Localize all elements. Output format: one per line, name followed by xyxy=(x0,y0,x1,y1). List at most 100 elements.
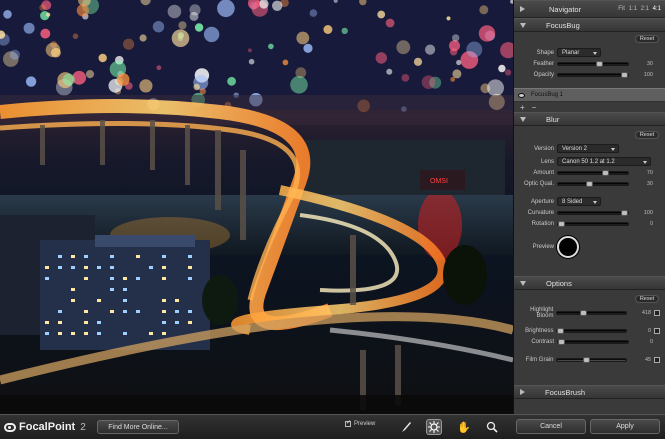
optic-quality-slider[interactable] xyxy=(557,180,629,187)
cancel-button[interactable]: Cancel xyxy=(516,419,586,434)
bokeh-light xyxy=(413,57,423,66)
find-more-online-button[interactable]: Find More Online... xyxy=(97,420,179,434)
slider-knob[interactable] xyxy=(602,169,610,176)
highlight-label-line2: Bloom xyxy=(536,313,554,319)
aperture-dropdown[interactable]: 8 Sided xyxy=(557,197,601,206)
bokeh-light xyxy=(247,48,252,53)
options-reset-button[interactable]: Reset xyxy=(635,295,659,303)
opacity-slider[interactable] xyxy=(557,71,629,78)
bokeh-light xyxy=(3,10,12,19)
bokeh-light xyxy=(248,58,255,65)
app-logo: FocalPoint 2 xyxy=(4,421,86,433)
zoom-1-1[interactable]: 1:1 xyxy=(629,6,637,12)
lens-dropdown[interactable]: Canon 50 1.2 at 1.2 xyxy=(557,157,651,166)
zoom-fit[interactable]: Fit xyxy=(618,6,625,12)
focusbug-header[interactable]: FocusBug xyxy=(514,18,665,32)
rotation-slider[interactable] xyxy=(557,220,629,227)
options-header[interactable]: Options xyxy=(514,276,665,290)
zoom-2-1[interactable]: 2:1 xyxy=(641,6,649,12)
contrast-slider[interactable] xyxy=(557,338,629,345)
zoom-4-1[interactable]: 4:1 xyxy=(653,6,661,12)
navigator-header[interactable]: Navigator Fit 1:1 2:1 4:1 xyxy=(514,0,665,18)
version-dropdown[interactable]: Version 2 xyxy=(557,144,619,153)
slider-knob[interactable] xyxy=(579,310,587,316)
photo-canvas[interactable]: OMSI xyxy=(0,0,513,414)
building-window xyxy=(71,266,75,269)
blur-title: Blur xyxy=(546,114,560,124)
highlight-bloom-slider[interactable] xyxy=(556,310,628,316)
focusbrush-header[interactable]: FocusBrush xyxy=(514,385,665,399)
building-window xyxy=(84,321,88,324)
building-window xyxy=(84,332,88,335)
film-grain-slider[interactable] xyxy=(556,356,628,363)
lens-label: Lens xyxy=(540,158,554,165)
shape-label: Shape xyxy=(536,49,554,56)
remove-layer-button[interactable]: − xyxy=(532,103,537,112)
chevron-down-icon xyxy=(643,161,647,164)
slider-knob[interactable] xyxy=(586,180,594,187)
building-window xyxy=(123,288,127,291)
highlight-bloom-checkbox[interactable] xyxy=(654,310,660,316)
bokeh-light xyxy=(377,10,386,19)
zoom-icon[interactable] xyxy=(484,419,500,435)
film-grain-checkbox[interactable] xyxy=(654,356,660,363)
apply-button[interactable]: Apply xyxy=(590,419,660,434)
brush-icon[interactable] xyxy=(398,419,414,435)
bokeh-light xyxy=(217,0,235,18)
slider-knob[interactable] xyxy=(595,60,603,67)
building-window xyxy=(162,310,166,313)
building-window xyxy=(162,299,166,302)
slider-knob[interactable] xyxy=(621,71,628,78)
bokeh-light xyxy=(396,40,411,55)
preview-checkbox[interactable] xyxy=(345,419,351,427)
brightness-slider[interactable] xyxy=(556,327,628,334)
slider-knob[interactable] xyxy=(558,220,565,227)
preview-label: Preview xyxy=(532,244,554,250)
focusbug-layer-item[interactable]: FocusBug 1 xyxy=(514,88,665,102)
building-window xyxy=(84,310,88,313)
preview-toggle[interactable]: Preview xyxy=(345,419,376,427)
chevron-down-icon xyxy=(611,148,615,151)
curvature-slider[interactable] xyxy=(557,209,629,216)
bokeh-light xyxy=(227,76,237,86)
slider-knob[interactable] xyxy=(621,209,628,216)
brightness-checkbox[interactable] xyxy=(654,327,660,334)
slider-knob[interactable] xyxy=(558,338,565,345)
building-window xyxy=(71,288,75,291)
preview-toggle-label: Preview xyxy=(354,421,376,427)
contrast-label: Contrast xyxy=(531,338,554,345)
building-window xyxy=(162,255,166,258)
bokeh-light xyxy=(478,25,496,42)
building-window xyxy=(175,299,179,302)
add-layer-button[interactable]: + xyxy=(520,103,525,112)
building-window xyxy=(97,299,101,302)
building-window xyxy=(188,277,192,280)
version-label: Version xyxy=(533,145,554,152)
blur-header[interactable]: Blur xyxy=(514,112,665,126)
contrast-value: 0 xyxy=(649,338,653,345)
slider-knob[interactable] xyxy=(582,356,590,363)
building-window xyxy=(71,255,75,258)
chevron-down-icon xyxy=(593,201,597,204)
shape-dropdown[interactable]: Planar xyxy=(557,48,601,57)
focusbug-icon[interactable] xyxy=(426,419,442,435)
highlight-bloom-label: Highlight Bloom xyxy=(519,307,556,319)
focusbug-reset-button[interactable]: Reset xyxy=(635,35,659,43)
collapse-arrow-icon xyxy=(520,6,525,12)
bokeh-light xyxy=(171,29,190,47)
eye-icon[interactable] xyxy=(518,92,525,98)
collapse-arrow-icon xyxy=(520,389,525,395)
version-value: Version 2 xyxy=(562,145,588,152)
building-window xyxy=(71,332,75,335)
feather-slider[interactable] xyxy=(557,60,629,67)
bokeh-light xyxy=(39,4,46,11)
slider-knob[interactable] xyxy=(557,327,565,334)
building-window xyxy=(162,266,166,269)
building-window xyxy=(84,255,88,258)
building-window xyxy=(97,266,101,269)
bokeh-light xyxy=(452,34,460,42)
blur-reset-button[interactable]: Reset xyxy=(635,131,659,139)
hand-icon[interactable]: ✋ xyxy=(456,419,472,435)
bokeh-light xyxy=(505,69,512,76)
amount-slider[interactable] xyxy=(557,169,629,176)
